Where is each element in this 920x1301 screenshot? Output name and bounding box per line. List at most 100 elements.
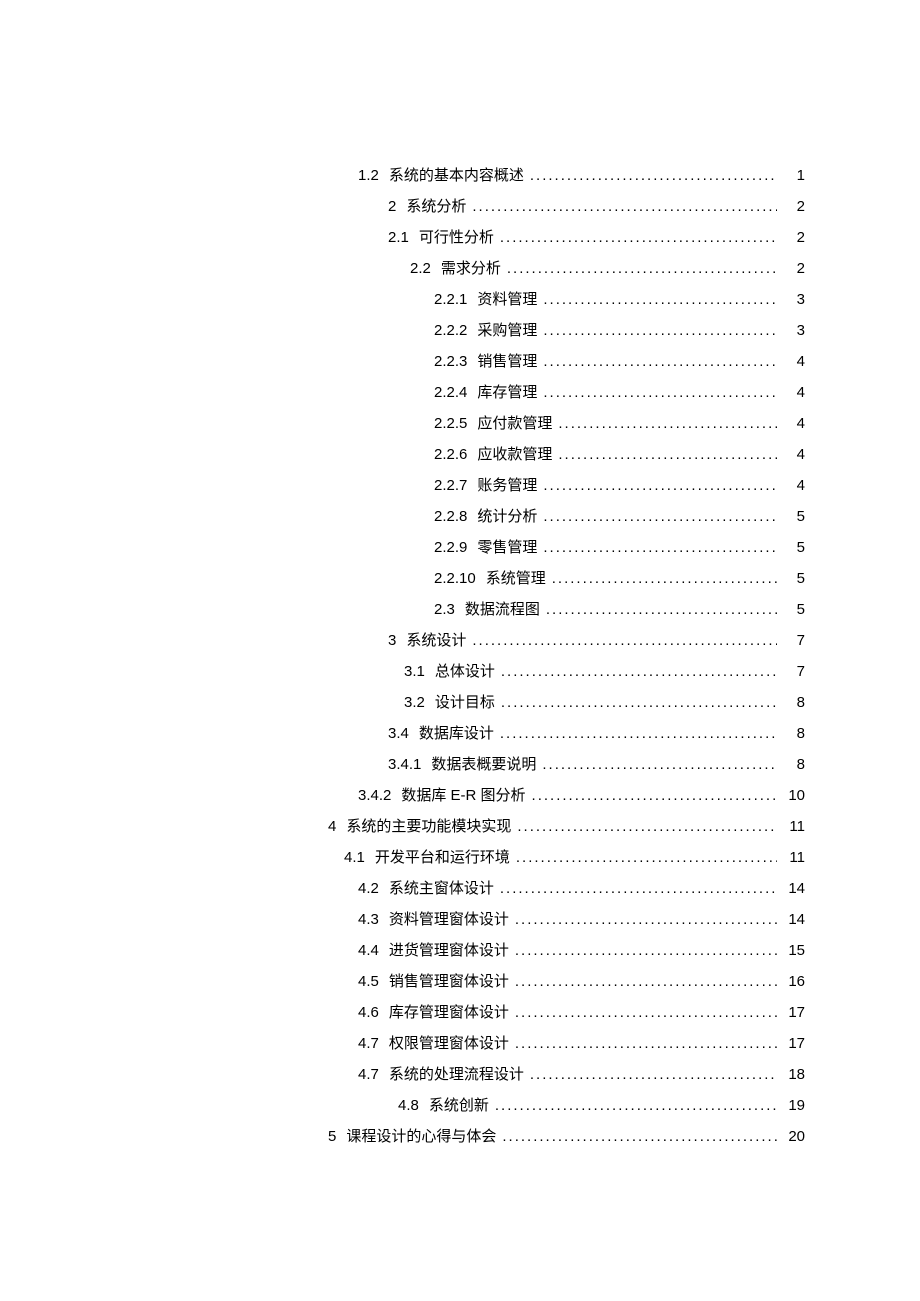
- entry-page: 20: [783, 1121, 805, 1152]
- dot-leader: ........................................…: [515, 904, 777, 935]
- dot-leader: ........................................…: [546, 594, 777, 625]
- entry-page: 5: [783, 501, 805, 532]
- toc-entry: 2.2.5应付款管理..............................…: [0, 408, 805, 439]
- entry-page: 4: [783, 470, 805, 501]
- toc-entry: 4.1 开发平台和运行环境............................…: [0, 842, 805, 873]
- dot-leader: ........................................…: [530, 160, 777, 191]
- toc-entry: 2.2.9零售管理...............................…: [0, 532, 805, 563]
- toc-entry: 2.2.8统计分析...............................…: [0, 501, 805, 532]
- toc-entry: 1.2系统的基本内容概述............................…: [0, 160, 805, 191]
- entry-number: 2.2.9: [434, 532, 467, 563]
- dot-leader: ........................................…: [515, 1028, 777, 1059]
- entry-title: 系统的处理流程设计: [389, 1059, 524, 1090]
- entry-title: 系统分析: [406, 191, 466, 222]
- entry-page: 8: [783, 687, 805, 718]
- entry-title: 课程设计的心得与体会: [346, 1121, 496, 1152]
- entry-page: 2: [783, 222, 805, 253]
- dot-leader: ........................................…: [500, 222, 777, 253]
- entry-page: 16: [783, 966, 805, 997]
- dot-leader: ........................................…: [516, 842, 777, 873]
- entry-title: 采购管理: [477, 315, 537, 346]
- entry-number: 2.2.2: [434, 315, 467, 346]
- toc-entry: 4.6库存管理窗体设计.............................…: [0, 997, 805, 1028]
- toc-entry: 2.2.10系统管理..............................…: [0, 563, 805, 594]
- toc-entry: 2.2.4库存管理...............................…: [0, 377, 805, 408]
- toc-entry: 2.2.1资料管理...............................…: [0, 284, 805, 315]
- entry-page: 17: [783, 997, 805, 1028]
- toc-entry: 2 系统分析...................................…: [0, 191, 805, 222]
- entry-page: 3: [783, 315, 805, 346]
- entry-number: 2.1: [388, 222, 409, 253]
- entry-page: 18: [783, 1059, 805, 1090]
- entry-number: 2.2.6: [434, 439, 467, 470]
- entry-number: 2.3: [434, 594, 455, 625]
- entry-page: 5: [783, 594, 805, 625]
- dot-leader: ........................................…: [501, 687, 777, 718]
- entry-number: 4.5: [358, 966, 379, 997]
- dot-leader: ........................................…: [515, 935, 777, 966]
- entry-number: 4.8: [398, 1090, 419, 1121]
- entry-title: 系统的基本内容概述: [389, 160, 524, 191]
- entry-number: 2: [388, 191, 396, 222]
- entry-title: 总体设计: [435, 656, 495, 687]
- toc-entry: 2.3 数据流程图................................…: [0, 594, 805, 625]
- entry-title: 数据流程图: [465, 594, 540, 625]
- entry-title: 账务管理: [477, 470, 537, 501]
- entry-number: 2.2.5: [434, 408, 467, 439]
- toc-entry: 4.4进货管理窗体设计.............................…: [0, 935, 805, 966]
- entry-page: 1: [783, 160, 805, 191]
- entry-number: 4: [328, 811, 336, 842]
- entry-number: 2.2.10: [434, 563, 476, 594]
- toc-entry: 4.8系统创新.................................…: [0, 1090, 805, 1121]
- entry-title: 库存管理窗体设计: [389, 997, 509, 1028]
- entry-title: 可行性分析: [419, 222, 494, 253]
- entry-number: 4.7: [358, 1028, 379, 1059]
- entry-number: 2.2.8: [434, 501, 467, 532]
- entry-title: 零售管理: [477, 532, 537, 563]
- entry-number: 4.1: [344, 842, 365, 873]
- dot-leader: ........................................…: [558, 439, 777, 470]
- entry-title: 系统设计: [406, 625, 466, 656]
- dot-leader: ........................................…: [472, 191, 777, 222]
- toc-entry: 4.2 系统主窗体设计..............................…: [0, 873, 805, 904]
- entry-number: 3: [388, 625, 396, 656]
- entry-title: 数据库 E-R 图分析: [401, 780, 525, 811]
- toc-entry: 4.7系统的处理流程设计............................…: [0, 1059, 805, 1090]
- dot-leader: ........................................…: [472, 625, 777, 656]
- toc-entry: 2.2.7账务管理...............................…: [0, 470, 805, 501]
- entry-title: 系统创新: [429, 1090, 489, 1121]
- entry-page: 4: [783, 377, 805, 408]
- entry-number: 2.2: [410, 253, 431, 284]
- toc-entry: 3 系统设计...................................…: [0, 625, 805, 656]
- entry-title: 系统主窗体设计: [389, 873, 494, 904]
- dot-leader: ........................................…: [500, 718, 777, 749]
- entry-title: 资料管理窗体设计: [389, 904, 509, 935]
- entry-title: 库存管理: [477, 377, 537, 408]
- entry-page: 11: [783, 811, 805, 842]
- entry-number: 4.2: [358, 873, 379, 904]
- entry-title: 开发平台和运行环境: [375, 842, 510, 873]
- toc-entry: 2.2.2采购管理...............................…: [0, 315, 805, 346]
- toc-entry: 4系统的主要功能模块实现............................…: [0, 811, 805, 842]
- entry-title: 数据库设计: [419, 718, 494, 749]
- dot-leader: ........................................…: [530, 1059, 777, 1090]
- dot-leader: ........................................…: [515, 997, 777, 1028]
- toc-entry: 2.2需求分析.................................…: [0, 253, 805, 284]
- entry-number: 2.2.4: [434, 377, 467, 408]
- toc-entry: 5课程设计的心得与体会.............................…: [0, 1121, 805, 1152]
- entry-number: 5: [328, 1121, 336, 1152]
- entry-title: 设计目标: [435, 687, 495, 718]
- entry-title: 应付款管理: [477, 408, 552, 439]
- entry-page: 3: [783, 284, 805, 315]
- toc-entry: 3.4数据库设计................................…: [0, 718, 805, 749]
- entry-title: 销售管理: [477, 346, 537, 377]
- dot-leader: ........................................…: [500, 873, 777, 904]
- toc-entry: 4.5销售管理窗体设计.............................…: [0, 966, 805, 997]
- entry-number: 2.2.3: [434, 346, 467, 377]
- dot-leader: ........................................…: [543, 470, 777, 501]
- entry-page: 7: [783, 656, 805, 687]
- entry-page: 2: [783, 191, 805, 222]
- entry-page: 4: [783, 439, 805, 470]
- entry-number: 3.4.2: [358, 780, 391, 811]
- dot-leader: ........................................…: [543, 284, 777, 315]
